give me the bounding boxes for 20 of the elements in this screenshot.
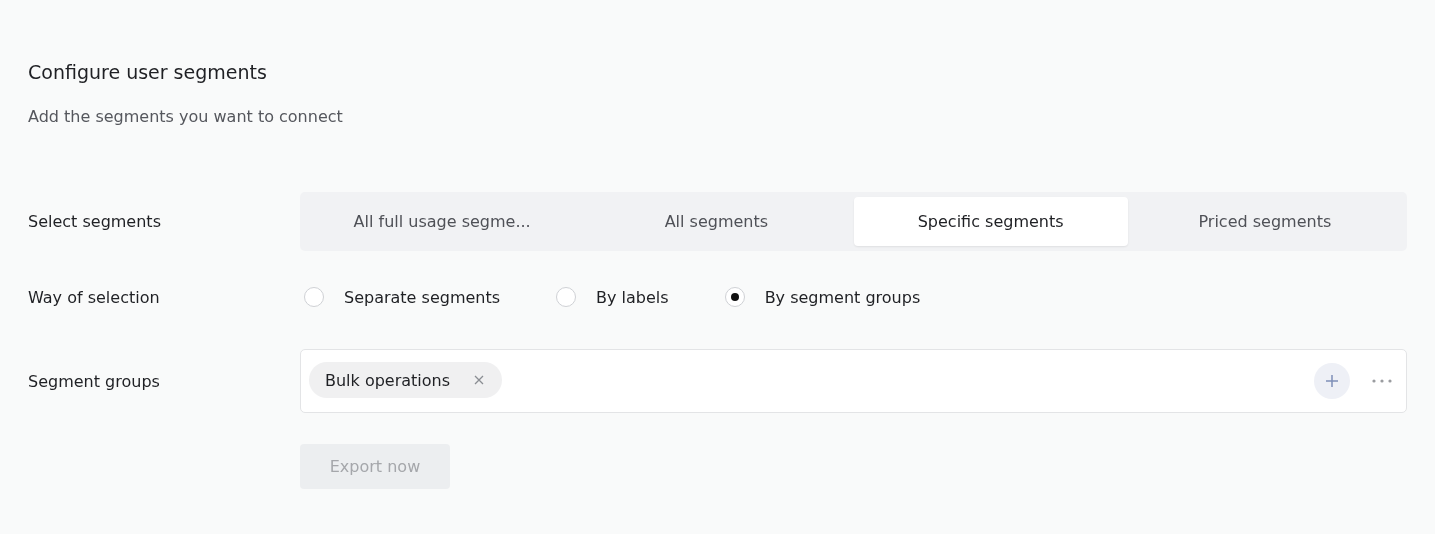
add-icon[interactable] <box>1314 363 1350 399</box>
radio-label: By labels <box>596 287 669 307</box>
radio-label: Separate segments <box>344 287 501 307</box>
close-icon[interactable] <box>474 375 485 385</box>
segment-tab[interactable]: All segments <box>579 197 854 246</box>
radio-label: By segment groups <box>764 287 921 307</box>
page-title: Configure user segments <box>28 60 268 85</box>
segment-tab[interactable]: Specific segments <box>853 197 1128 246</box>
field-label: Way of selection <box>28 287 161 307</box>
tag-label: Bulk operations <box>325 370 451 390</box>
radio-button[interactable] <box>304 287 324 307</box>
more-icon[interactable] <box>1372 379 1392 383</box>
page-subtitle: Add the segments you want to connect <box>28 106 344 128</box>
tag-input-field[interactable]: Bulk operations <box>300 349 1407 413</box>
field-label: Segment groups <box>28 371 161 391</box>
segment-tab[interactable]: All full usage segme... <box>305 197 580 246</box>
radio-button[interactable] <box>556 287 577 307</box>
segment-tab[interactable]: Priced segments <box>1127 197 1402 246</box>
radio-button[interactable] <box>724 287 745 307</box>
field-label: Select segments <box>28 212 162 231</box>
